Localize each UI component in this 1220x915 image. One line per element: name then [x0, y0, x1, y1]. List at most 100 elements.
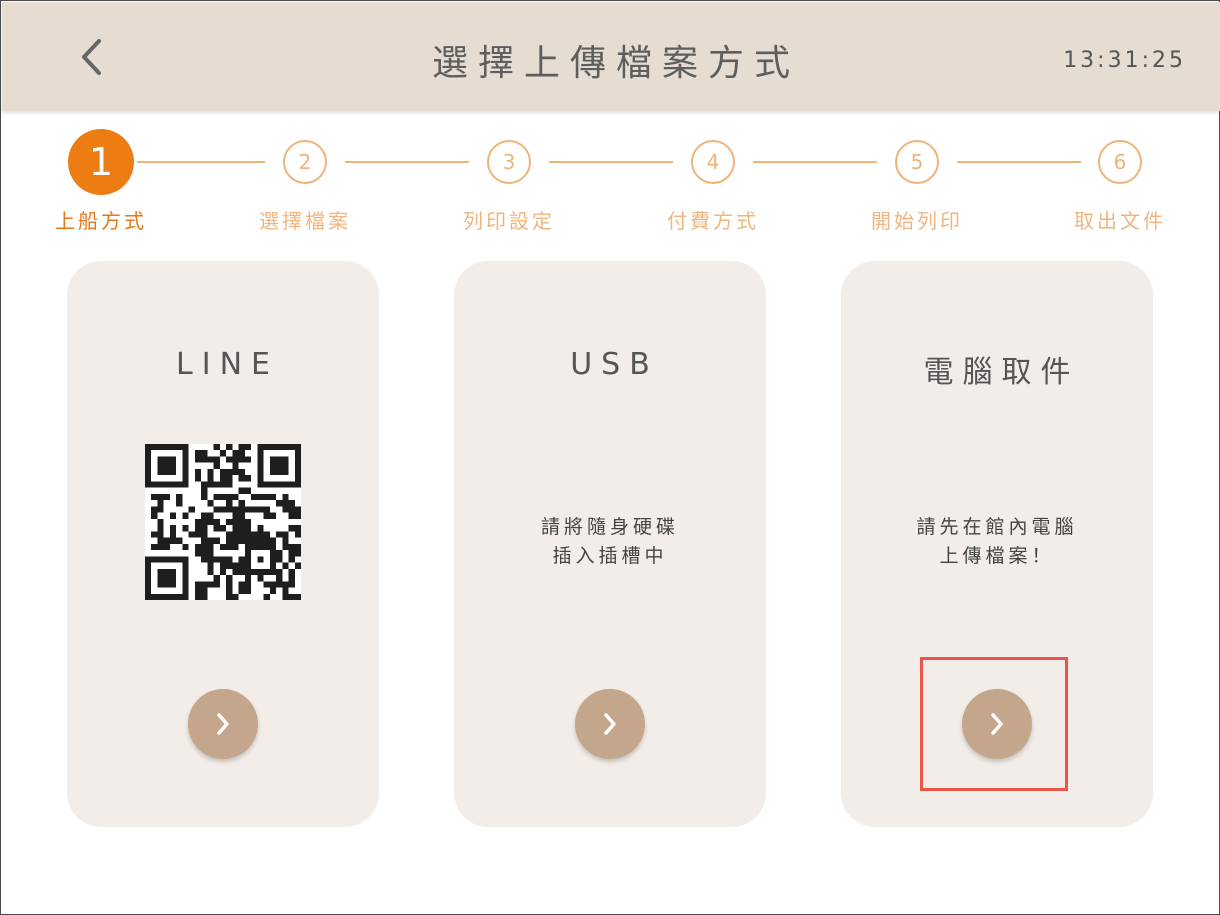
- qr-module: [151, 444, 158, 451]
- qr-module: [201, 481, 208, 488]
- qr-module: [294, 468, 301, 476]
- qr-module: [294, 462, 301, 469]
- qr-module: [238, 525, 245, 532]
- qr-module: [157, 456, 164, 463]
- qr-module: [288, 512, 295, 519]
- card-title: USB: [570, 347, 659, 382]
- qr-module: [157, 537, 164, 544]
- qr-module: [163, 462, 170, 469]
- qr-module: [201, 587, 208, 594]
- card-description: 請將隨身硬碟 插入插槽中: [454, 513, 766, 571]
- qr-module: [232, 468, 239, 476]
- qr-module: [288, 593, 295, 600]
- qr-module: [182, 456, 189, 463]
- qr-module: [213, 444, 220, 451]
- qr-module: [276, 575, 283, 582]
- qr-module: [238, 518, 245, 526]
- qr-module: [207, 475, 214, 482]
- qr-module: [244, 444, 252, 451]
- qr-module: [194, 531, 202, 538]
- chevron-right-icon: [604, 713, 616, 735]
- qr-module: [226, 493, 233, 501]
- qr-module: [276, 462, 283, 469]
- card-description: 請先在館內電腦 上傳檔案！: [841, 513, 1153, 571]
- qr-module: [163, 468, 170, 476]
- qr-module: [151, 481, 158, 488]
- qr-module: [157, 556, 164, 563]
- qr-module: [294, 543, 301, 551]
- qr-module: [244, 475, 252, 482]
- qr-module: [226, 537, 233, 544]
- qr-module: [288, 506, 295, 513]
- qr-module: [226, 456, 233, 463]
- line-option-card[interactable]: LINE: [67, 261, 379, 827]
- qr-module: [257, 462, 264, 469]
- qr-module: [257, 444, 264, 451]
- qr-module: [288, 550, 295, 557]
- qr-module: [157, 568, 164, 576]
- qr-module: [294, 525, 301, 532]
- qr-module: [169, 456, 177, 463]
- qr-module: [257, 537, 264, 544]
- qr-module: [182, 587, 189, 594]
- qr-module: [219, 568, 227, 576]
- qr-module: [176, 500, 183, 507]
- qr-module: [232, 450, 239, 457]
- qr-module: [288, 581, 295, 588]
- qr-module: [238, 475, 245, 482]
- qr-module: [276, 500, 283, 507]
- progress-stepper: 1 上船方式 2 選擇檔案 3 列印設定 4 付費方式 5 開始列印 6 取出文…: [1, 129, 1220, 239]
- qr-module: [163, 581, 170, 588]
- qr-module: [194, 593, 202, 600]
- qr-module: [282, 506, 289, 513]
- qr-module: [194, 525, 202, 532]
- step-2: 2 選擇檔案: [245, 129, 365, 234]
- qr-module: [238, 581, 245, 588]
- qr-module: [269, 512, 277, 519]
- usb-option-card[interactable]: USB 請將隨身硬碟 插入插槽中: [454, 261, 766, 827]
- qr-module: [226, 531, 233, 538]
- qr-module: [176, 493, 183, 501]
- qr-module: [219, 506, 227, 513]
- line-next-button[interactable]: [188, 689, 258, 759]
- qr-module: [251, 568, 258, 576]
- qr-module: [288, 568, 295, 576]
- qr-module: [151, 556, 158, 563]
- qr-module: [157, 531, 164, 538]
- card-title: LINE: [176, 347, 279, 382]
- qr-module: [238, 468, 245, 476]
- step-number: 3: [487, 140, 531, 184]
- qr-module: [151, 493, 158, 501]
- qr-module: [269, 562, 277, 569]
- qr-module: [257, 481, 264, 488]
- qr-module: [201, 487, 208, 494]
- qr-module: [244, 518, 252, 526]
- qr-module: [194, 581, 202, 588]
- qr-module: [163, 493, 170, 501]
- step-label: 開始列印: [871, 209, 963, 233]
- usb-next-button[interactable]: [575, 689, 645, 759]
- qr-module: [282, 587, 289, 594]
- qr-module: [232, 456, 239, 463]
- qr-module: [232, 525, 239, 532]
- qr-module: [145, 593, 152, 600]
- qr-module: [238, 456, 245, 463]
- qr-module: [182, 444, 189, 451]
- qr-module: [238, 512, 245, 519]
- qr-module: [157, 543, 164, 551]
- qr-module: [232, 493, 239, 501]
- qr-module: [213, 518, 220, 526]
- qr-module: [182, 543, 189, 551]
- qr-module: [257, 525, 264, 532]
- qr-module: [288, 556, 295, 563]
- qr-module: [201, 537, 208, 544]
- qr-module: [157, 500, 164, 507]
- qr-module: [163, 543, 170, 551]
- qr-module: [276, 581, 283, 588]
- qr-module: [226, 593, 233, 600]
- step-number: 4: [691, 140, 735, 184]
- qr-module: [163, 568, 170, 576]
- qr-module: [201, 531, 208, 538]
- qr-module: [288, 444, 295, 451]
- qr-module: [257, 543, 264, 551]
